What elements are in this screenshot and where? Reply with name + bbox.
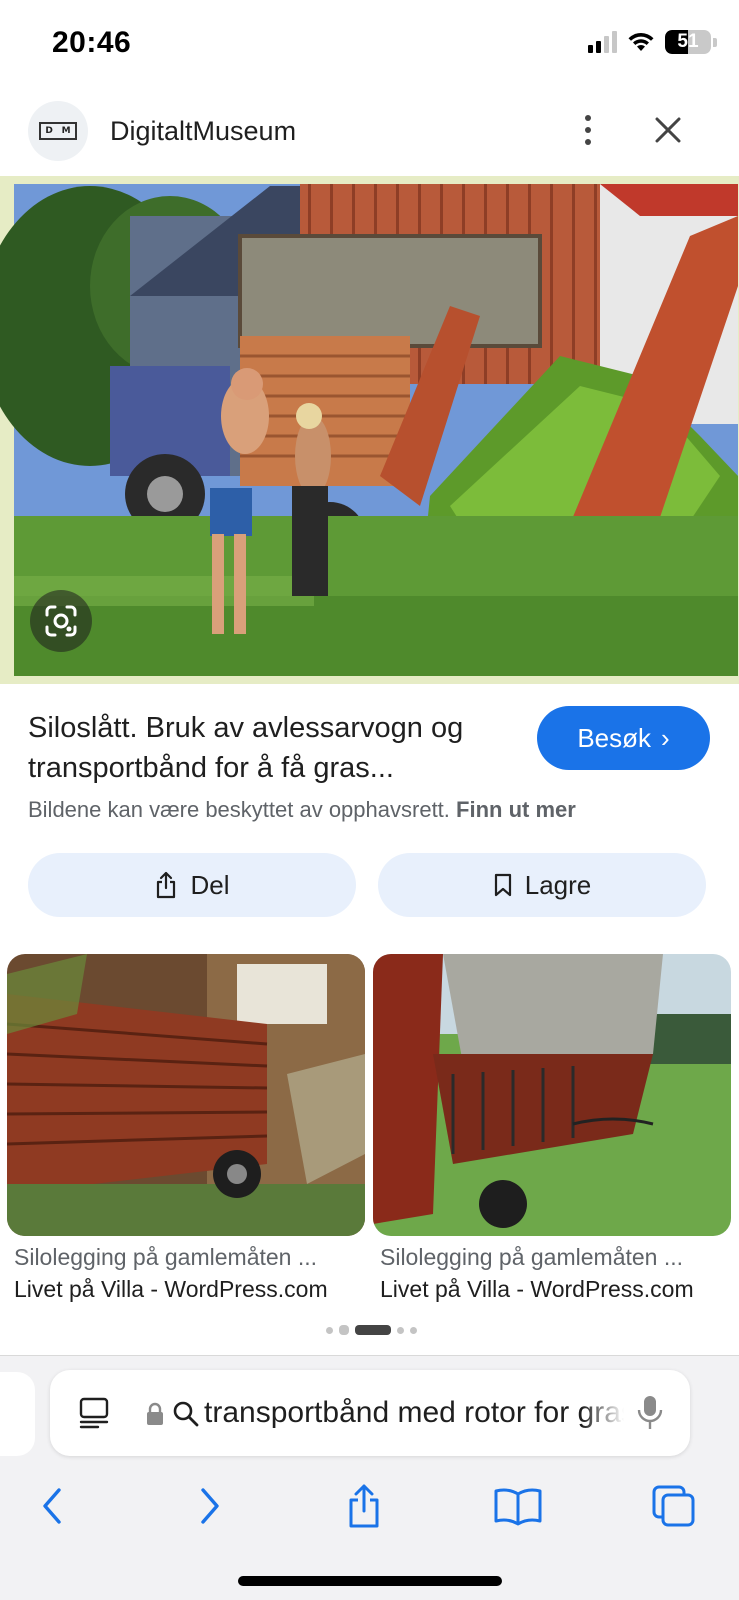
related-source-1[interactable]: Livet på Villa - WordPress.com [14,1276,328,1303]
share-icon [349,1484,379,1528]
google-lens-icon [45,605,77,637]
battery-tip [713,37,717,47]
pager-dot[interactable] [397,1326,404,1334]
related-title-1[interactable]: Silolegging på gamlemåten ... [14,1244,317,1271]
address-bar[interactable]: transportbånd med rotor for gras [50,1370,690,1456]
battery-icon: 51 [665,30,711,54]
status-icons: 51 [588,30,717,54]
share-button-label: Del [190,869,230,900]
site-logo-mark: D M [39,122,77,140]
back-icon [43,1488,61,1524]
source-header: D M DigitaltMuseum [0,96,739,168]
home-indicator[interactable] [238,1576,502,1586]
microphone-icon[interactable] [636,1394,664,1432]
related-source-2[interactable]: Livet på Villa - WordPress.com [380,1276,694,1303]
share-button[interactable]: Del [28,853,356,917]
close-icon[interactable] [648,110,688,150]
main-image-illustration [0,184,738,676]
result-title[interactable]: Siloslått. Bruk av avlessarvogn og trans… [28,708,518,788]
copyright-notice: Bildene kan være beskyttet av opphavsret… [28,797,576,823]
browser-toolbar: transportbånd med rotor for gras [0,1355,739,1600]
status-bar: 20:46 51 [0,0,739,90]
pager-dot[interactable] [339,1325,349,1335]
visit-button[interactable]: Besøk › [537,706,710,770]
tabs-icon [652,1485,695,1527]
pager-dot[interactable] [410,1326,417,1334]
related-image-2-illustration [373,954,731,1236]
related-image-1[interactable] [7,954,365,1236]
pager-dot[interactable] [355,1325,391,1335]
main-image[interactable] [0,176,739,684]
chevron-right-icon: › [661,722,670,753]
pager-dot[interactable] [326,1326,333,1334]
back-button[interactable] [22,1474,82,1538]
related-image-2[interactable] [373,954,731,1236]
forward-icon [201,1488,219,1524]
previous-tab-preview[interactable] [0,1372,35,1456]
wifi-icon [628,32,654,51]
browser-share-button[interactable] [334,1474,394,1538]
related-title-2[interactable]: Silolegging på gamlemåten ... [380,1244,683,1271]
site-logo[interactable]: D M [28,101,88,161]
lock-icon [147,1402,163,1425]
carousel-pager[interactable] [326,1325,417,1335]
reader-icon[interactable] [78,1396,110,1430]
save-button[interactable]: Lagre [378,853,706,917]
tabs-button[interactable] [644,1474,704,1538]
search-icon [173,1401,199,1427]
share-icon [157,871,176,899]
logo-letter-m: M [61,126,71,136]
status-time: 20:46 [52,26,132,59]
forward-button[interactable] [180,1474,240,1538]
visit-button-label: Besøk [577,722,651,753]
related-image-1-illustration [7,954,365,1236]
battery-percent: 51 [677,31,699,52]
google-lens-button[interactable] [30,590,92,652]
copyright-text: Bildene kan være beskyttet av opphavsret… [28,797,450,822]
address-text[interactable]: transportbånd med rotor for gras [204,1396,624,1430]
more-vert-icon[interactable] [572,110,604,150]
logo-letter-d: D [45,126,53,136]
cellular-signal-icon [588,31,617,53]
bookmarks-icon [494,1488,542,1526]
bookmark-icon [494,873,511,897]
bookmarks-button[interactable] [488,1474,548,1538]
learn-more-link[interactable]: Finn ut mer [456,797,576,822]
save-button-label: Lagre [524,869,592,900]
navigation-bar [0,1474,739,1544]
page: 20:46 51 D M DigitaltMuseum Siloslått. B… [0,0,739,1600]
site-name[interactable]: DigitaltMuseum [110,116,296,147]
